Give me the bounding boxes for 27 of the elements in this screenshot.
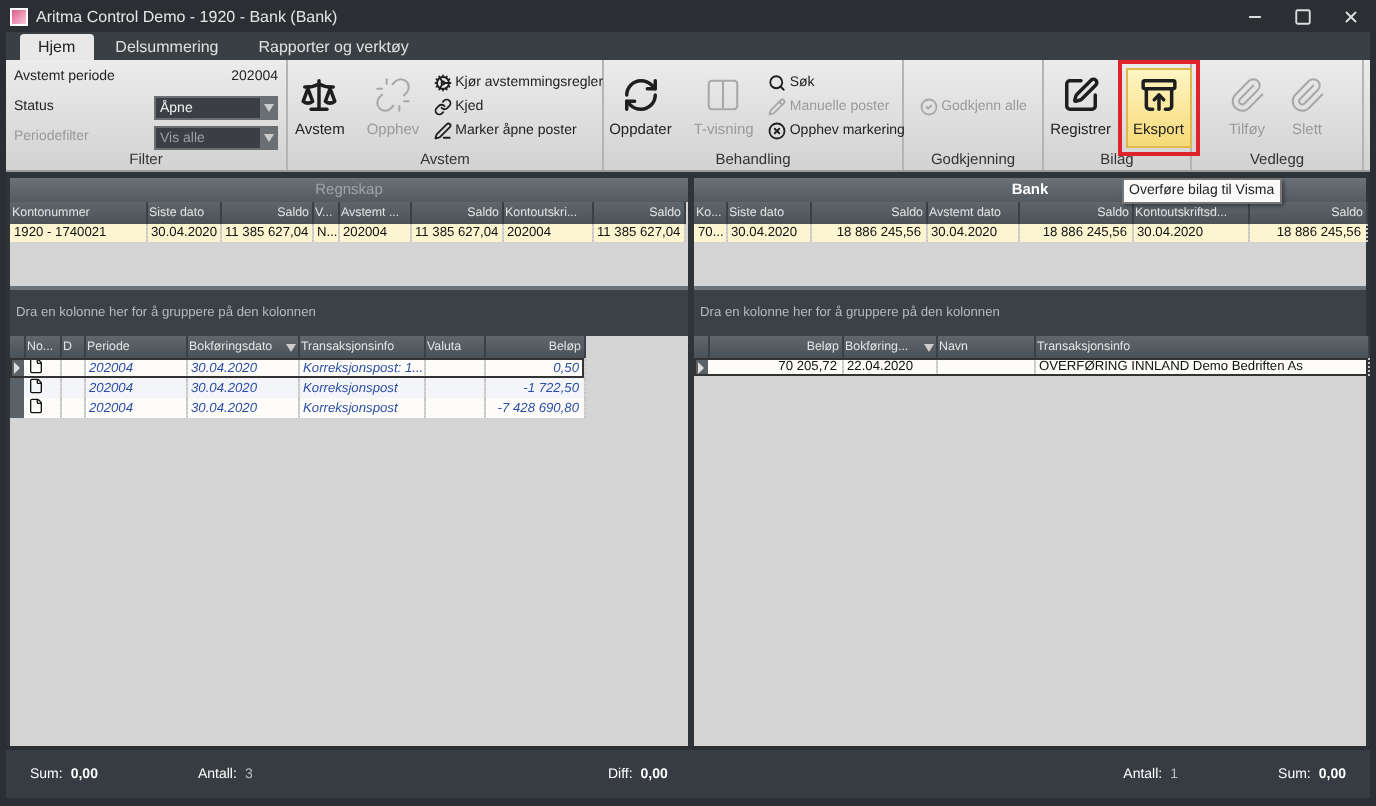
two-columns-icon bbox=[704, 76, 743, 114]
sort-arrow-icon bbox=[923, 343, 933, 351]
sort-arrow-icon bbox=[285, 343, 295, 351]
dropdown-arrow-icon bbox=[263, 134, 273, 142]
gears-icon bbox=[433, 74, 452, 92]
edit-icon bbox=[1061, 76, 1100, 114]
upload-tray-icon bbox=[1139, 76, 1178, 114]
ribbon-tab[interactable]: Hjem bbox=[20, 34, 94, 60]
current-row-icon bbox=[12, 362, 22, 374]
maximize-icon bbox=[1293, 7, 1311, 25]
window-title: Aritma Control Demo - 1920 - Bank (Bank) bbox=[36, 7, 340, 25]
dropdown-arrow-icon bbox=[263, 104, 273, 112]
circle-x-icon bbox=[767, 122, 786, 140]
pen-icon bbox=[433, 122, 452, 140]
refresh-icon bbox=[621, 76, 660, 114]
scales-icon bbox=[300, 76, 339, 114]
ribbon-tab[interactable]: Delsummering bbox=[97, 34, 237, 60]
paperclip-icon bbox=[1228, 76, 1266, 114]
app-logo-icon bbox=[10, 7, 28, 25]
chain-icon bbox=[433, 98, 452, 116]
pencil-icon bbox=[767, 98, 786, 116]
broken-link-icon bbox=[373, 76, 412, 114]
check-circle-icon bbox=[919, 98, 938, 116]
ribbon-tab[interactable]: Rapporter og verktøy bbox=[240, 34, 427, 60]
paperclip-icon bbox=[1288, 76, 1326, 114]
search-icon bbox=[767, 74, 786, 92]
close-icon bbox=[1341, 7, 1359, 25]
